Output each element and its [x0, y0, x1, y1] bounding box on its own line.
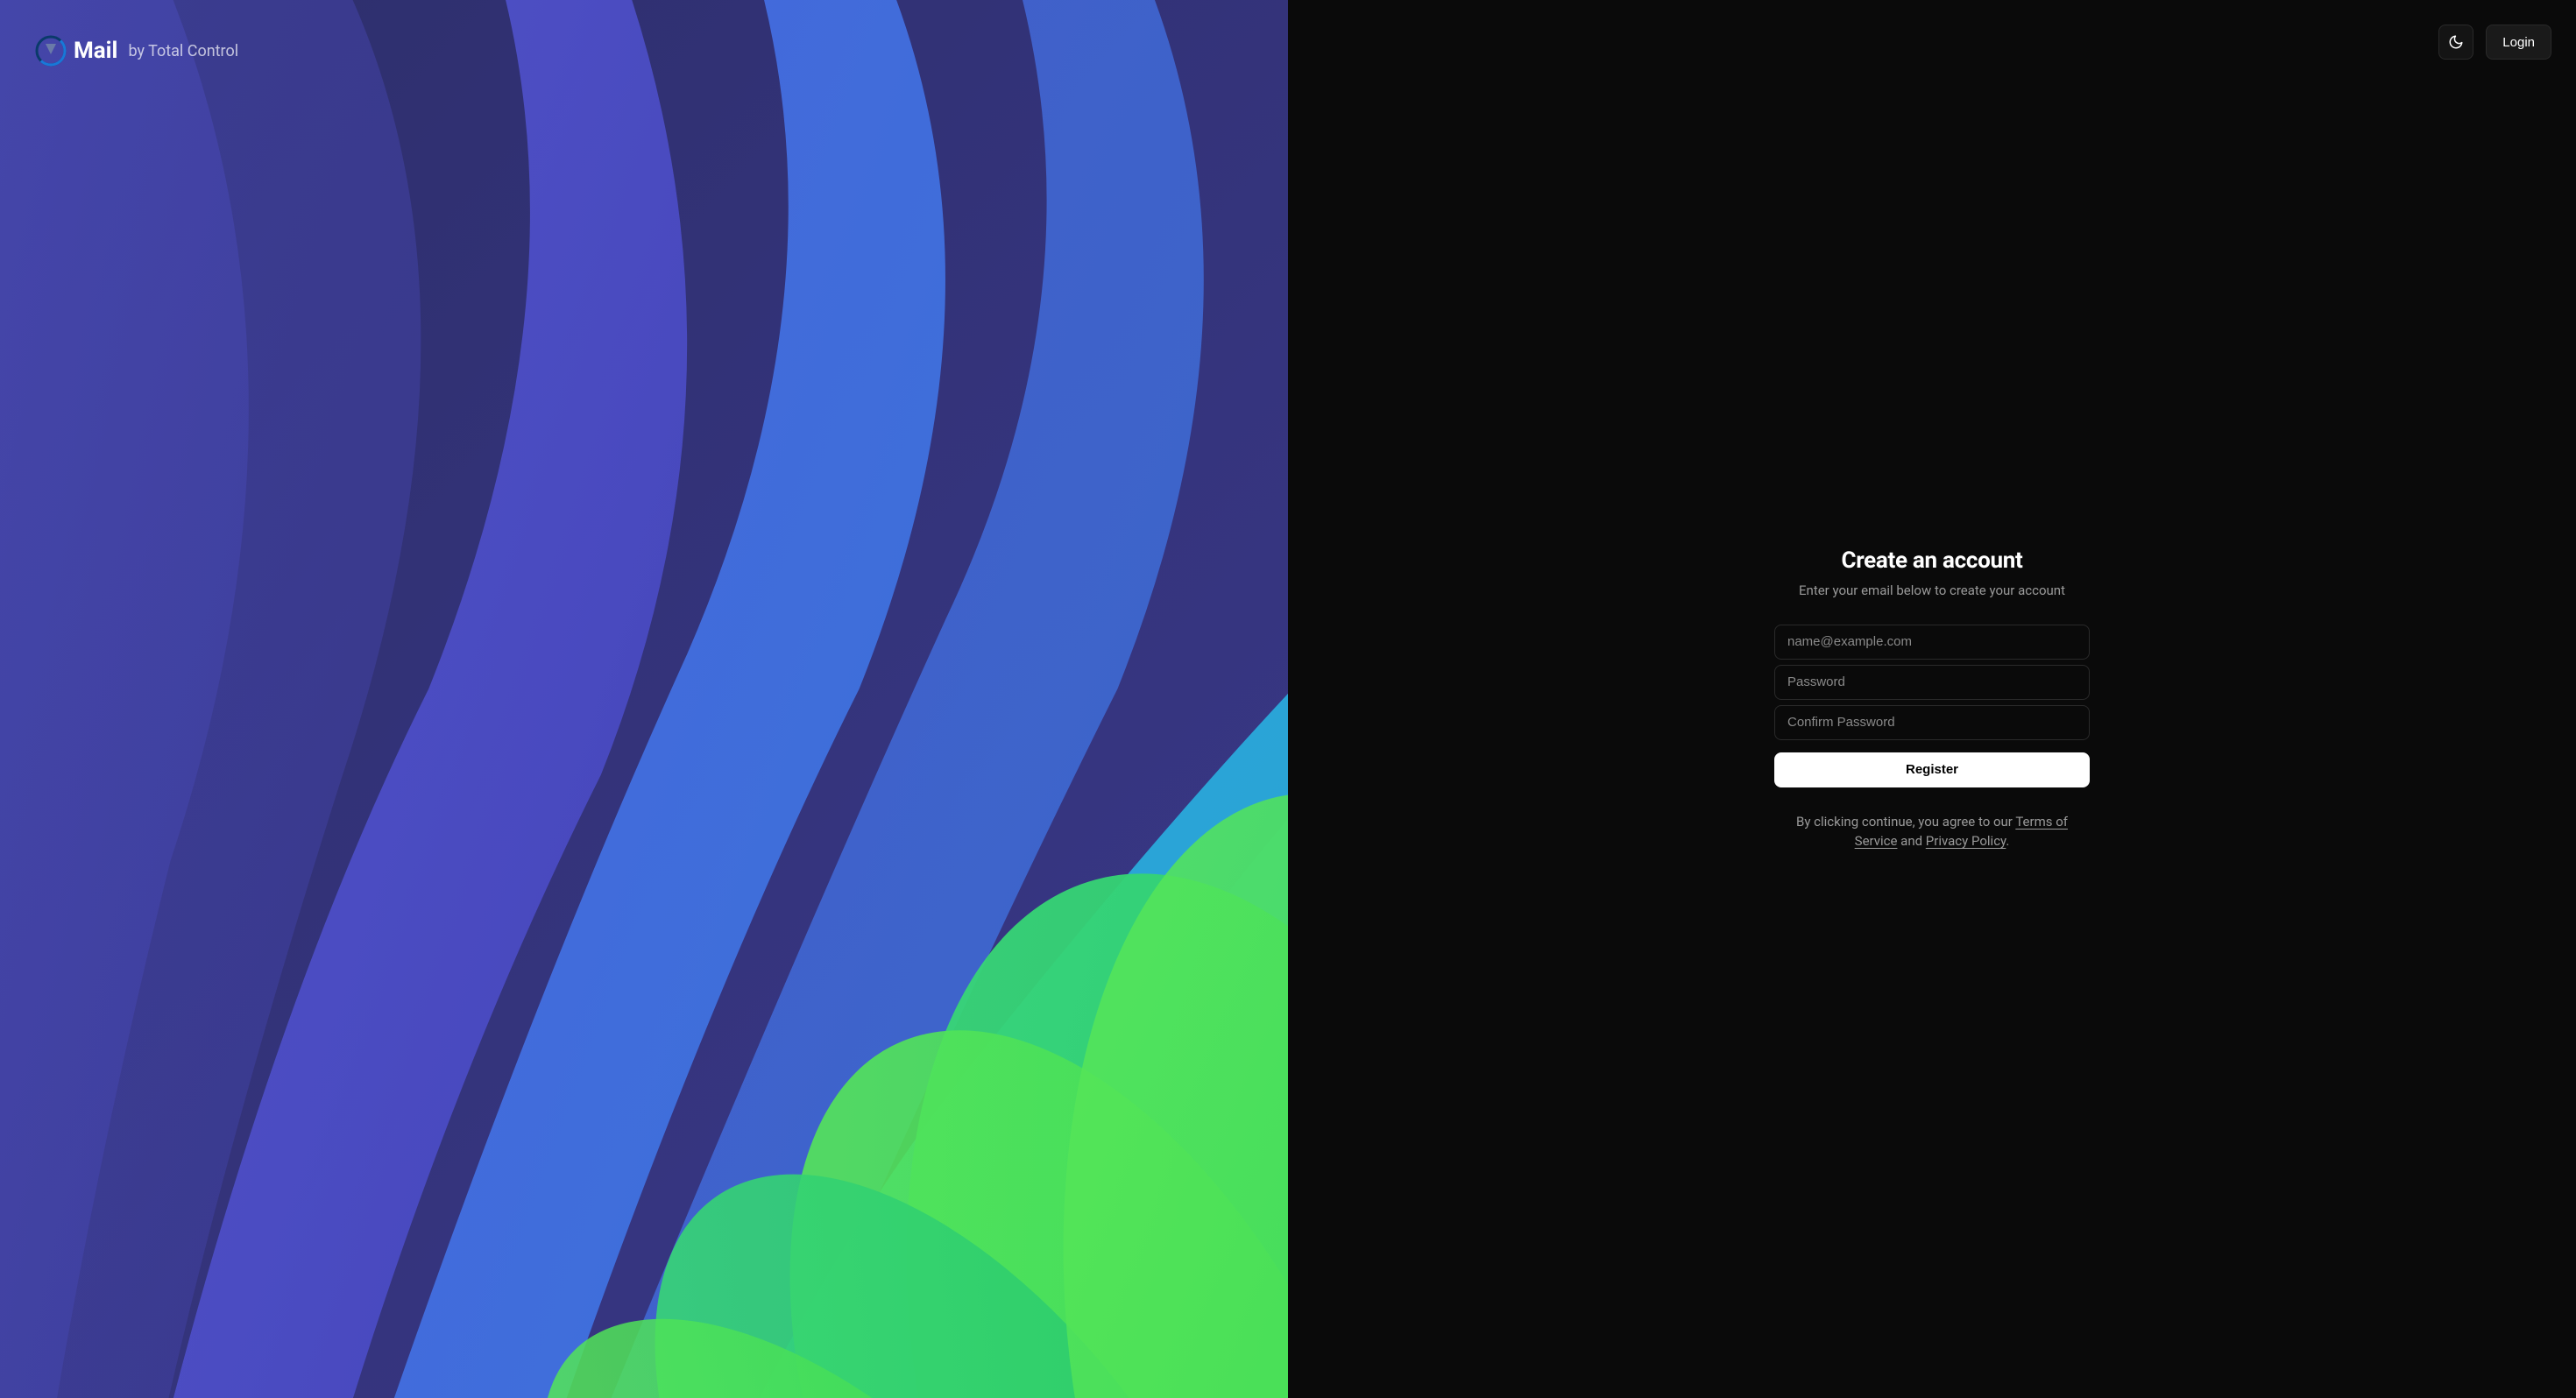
hero-panel: Mail by Total Control: [0, 0, 1288, 1398]
form-panel: Login Create an account Enter your email…: [1288, 0, 2576, 1398]
brand-byline: by Total Control: [128, 42, 238, 60]
registration-form: Register: [1774, 625, 2090, 787]
theme-toggle-button[interactable]: [2438, 25, 2473, 60]
brand-logo-icon: [35, 35, 67, 67]
register-button[interactable]: Register: [1774, 752, 2090, 787]
confirm-password-field[interactable]: [1774, 705, 2090, 740]
legal-suffix: .: [2006, 833, 2009, 849]
email-field[interactable]: [1774, 625, 2090, 660]
legal-text: By clicking continue, you agree to our T…: [1774, 812, 2090, 851]
legal-prefix: By clicking continue, you agree to our: [1796, 814, 2015, 830]
legal-connector: and: [1897, 833, 1925, 849]
page-heading: Create an account: [1774, 547, 2090, 574]
password-field[interactable]: [1774, 665, 2090, 700]
page-subheading: Enter your email below to create your ac…: [1774, 582, 2090, 598]
form-container: Create an account Enter your email below…: [1288, 0, 2576, 1398]
privacy-link[interactable]: Privacy Policy: [1926, 833, 2006, 849]
login-button[interactable]: Login: [2486, 25, 2551, 60]
moon-icon: [2448, 34, 2464, 50]
top-actions: Login: [2438, 25, 2551, 60]
background-art: [0, 0, 1288, 1398]
brand-name: Mail: [74, 38, 117, 64]
brand: Mail by Total Control: [35, 35, 238, 67]
